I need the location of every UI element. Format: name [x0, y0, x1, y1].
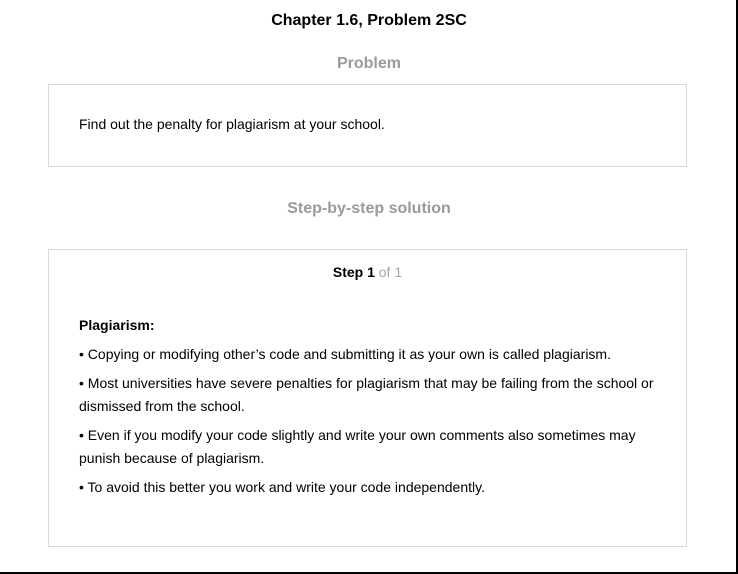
- step-count: of 1: [374, 264, 403, 280]
- page-title: Chapter 1.6, Problem 2SC: [271, 12, 467, 29]
- solution-heading: Step-by-step solution: [287, 200, 451, 217]
- step-label: Step 1: [332, 264, 375, 280]
- bullet-item: • Most universities have severe penaltie…: [79, 375, 654, 414]
- bullet-item: • Even if you modify your code slightly …: [79, 427, 636, 466]
- problem-heading: Problem: [336, 55, 401, 72]
- bullet-item: • Copying or modifying other’s code and …: [79, 346, 611, 362]
- problem-text: Find out the penalty for plagiarism at y…: [79, 116, 385, 132]
- step-header: Step 1 of 1: [49, 264, 686, 280]
- solution-box: Step 1 of 1 Plagiarism: • Copying or mod…: [48, 249, 687, 547]
- bullet-item: • To avoid this better you work and writ…: [79, 479, 485, 495]
- problem-box: Find out the penalty for plagiarism at y…: [48, 84, 687, 167]
- solution-content: Plagiarism: • Copying or modifying other…: [79, 314, 659, 505]
- term-heading: Plagiarism:: [79, 317, 155, 333]
